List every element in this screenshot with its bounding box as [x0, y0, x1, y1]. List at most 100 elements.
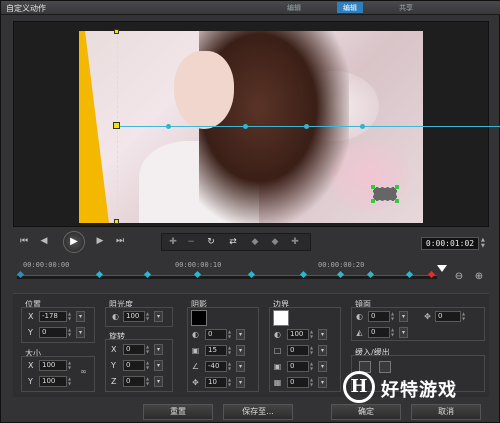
- resize-handle[interactable]: [371, 199, 375, 203]
- shadow-field-4[interactable]: 10: [205, 377, 227, 388]
- spinner[interactable]: ▲ ▼: [146, 360, 152, 371]
- size-y-label: Y: [28, 377, 33, 386]
- spinner[interactable]: ▲ ▼: [310, 361, 316, 372]
- spinner[interactable]: ▲ ▼: [68, 360, 74, 371]
- dropdown-button[interactable]: ▾: [399, 327, 408, 338]
- spinner[interactable]: ▲ ▼: [68, 311, 74, 322]
- dropdown-button[interactable]: ▾: [76, 311, 85, 322]
- dropdown-button[interactable]: ▾: [236, 361, 245, 372]
- dropdown-button[interactable]: ▾: [76, 327, 85, 338]
- dropdown-button[interactable]: ▾: [236, 377, 245, 388]
- position-x-field[interactable]: -178: [39, 311, 67, 322]
- border-color-swatch[interactable]: [273, 310, 289, 326]
- dropdown-button[interactable]: ▾: [318, 345, 327, 356]
- border-field-4[interactable]: 0: [287, 377, 309, 388]
- shadow-field-2[interactable]: 15: [205, 345, 227, 356]
- prev-keyframe-icon[interactable]: ◆: [248, 237, 262, 249]
- shadow-color-swatch[interactable]: [191, 310, 207, 326]
- opacity-field[interactable]: 100: [123, 311, 145, 322]
- timeline-ruler[interactable]: 00:00:00:00 00:00:00:10 00:00:00:20: [13, 259, 447, 289]
- tab-share[interactable]: 共享: [393, 2, 419, 13]
- tab-edit-active[interactable]: 编辑: [337, 2, 363, 13]
- swap-icon[interactable]: ⇄: [226, 237, 240, 249]
- spinner[interactable]: ▲ ▼: [146, 344, 152, 355]
- spinner[interactable]: ▲ ▼: [228, 361, 234, 372]
- dropdown-button[interactable]: ▾: [154, 360, 163, 371]
- spinner[interactable]: ▲ ▼: [310, 329, 316, 340]
- go-end-icon[interactable]: ⏭: [113, 235, 127, 247]
- reverse-icon[interactable]: ↻: [204, 237, 218, 249]
- rotation-x-field[interactable]: 0: [123, 344, 145, 355]
- dropdown-button[interactable]: ▾: [399, 311, 408, 322]
- reset-button[interactable]: 重置: [143, 404, 213, 420]
- dropdown-button[interactable]: ▾: [236, 329, 245, 340]
- dropdown-button[interactable]: ▾: [154, 344, 163, 355]
- dropdown-button[interactable]: ▾: [318, 329, 327, 340]
- shadow-field-3[interactable]: -40: [205, 361, 227, 372]
- path-node[interactable]: [166, 124, 171, 129]
- cancel-button[interactable]: 取消: [411, 404, 481, 420]
- remove-keyframe-icon[interactable]: −: [184, 237, 198, 249]
- resize-handle[interactable]: [395, 185, 399, 189]
- timeline-track[interactable]: [17, 275, 437, 279]
- mirror-field-3[interactable]: 0: [435, 311, 461, 322]
- tab-edit[interactable]: 编辑: [281, 2, 307, 13]
- mirror-field-2[interactable]: 0: [368, 327, 390, 338]
- spinner[interactable]: ▲ ▼: [146, 376, 152, 387]
- title-bar: 自定义动作 编辑 编辑 共享: [1, 1, 500, 15]
- spinner[interactable]: ▲ ▼: [146, 311, 152, 322]
- mirror-field-1[interactable]: 0: [368, 311, 390, 322]
- path-node[interactable]: [304, 124, 309, 129]
- play-button[interactable]: ▶: [63, 231, 85, 253]
- top-handle[interactable]: [114, 29, 119, 34]
- position-y-field[interactable]: 0: [39, 327, 67, 338]
- rotation-z-field[interactable]: 0: [123, 376, 145, 387]
- size-y-field[interactable]: 100: [39, 376, 67, 387]
- dropdown-button[interactable]: ▾: [318, 377, 327, 388]
- size-x-label: X: [28, 361, 34, 370]
- spinner[interactable]: ▲ ▼: [228, 345, 234, 356]
- copy-keyframe-icon[interactable]: ✚: [288, 237, 302, 249]
- prev-frame-icon[interactable]: ◀: [37, 235, 51, 247]
- resize-handle[interactable]: [395, 199, 399, 203]
- path-node[interactable]: [360, 124, 365, 129]
- spinner[interactable]: ▲ ▼: [310, 377, 316, 388]
- spinner[interactable]: ▲ ▼: [391, 311, 397, 322]
- go-start-icon[interactable]: ⏮: [17, 235, 31, 247]
- timecode-spinner[interactable]: ▲ ▼: [481, 237, 487, 250]
- resize-handle[interactable]: [371, 185, 375, 189]
- zoom-in-icon[interactable]: ⊕: [473, 271, 485, 283]
- next-keyframe-icon[interactable]: ◆: [268, 237, 282, 249]
- path-node[interactable]: [243, 124, 248, 129]
- spinner[interactable]: ▲ ▼: [68, 327, 74, 338]
- spinner[interactable]: ▲ ▼: [228, 377, 234, 388]
- link-icon[interactable]: ∞: [79, 367, 88, 376]
- spinner[interactable]: ▲ ▼: [68, 376, 74, 387]
- save-to-button[interactable]: 保存至...: [223, 404, 293, 420]
- spinner[interactable]: ▲ ▼: [391, 327, 397, 338]
- border-field-3[interactable]: 0: [287, 361, 309, 372]
- size-x-field[interactable]: 100: [39, 360, 67, 371]
- preview-image[interactable]: [79, 31, 423, 223]
- spinner[interactable]: ▲ ▼: [310, 345, 316, 356]
- add-keyframe-icon[interactable]: ✚: [166, 237, 180, 249]
- bottom-handle[interactable]: [114, 219, 119, 224]
- dropdown-button[interactable]: ▾: [154, 376, 163, 387]
- anchor-handle[interactable]: [113, 122, 120, 129]
- ok-button[interactable]: 确定: [331, 404, 401, 420]
- dropdown-button[interactable]: ▾: [236, 345, 245, 356]
- rotation-y-field[interactable]: 0: [123, 360, 145, 371]
- watermark-text: 好特游戏: [381, 380, 457, 401]
- end-frame-box[interactable]: [373, 187, 397, 201]
- spinner[interactable]: ▲ ▼: [228, 329, 234, 340]
- shadow-field-1[interactable]: 0: [205, 329, 227, 340]
- dropdown-button[interactable]: ▾: [154, 311, 163, 322]
- playhead[interactable]: [437, 265, 447, 272]
- dropdown-button[interactable]: ▾: [318, 361, 327, 372]
- next-frame-icon[interactable]: ▶: [93, 235, 107, 247]
- zoom-out-icon[interactable]: ⊖: [453, 271, 465, 283]
- spinner[interactable]: ▲ ▼: [462, 311, 468, 322]
- border-field-1[interactable]: 100: [287, 329, 309, 340]
- border-field-2[interactable]: 0: [287, 345, 309, 356]
- timecode-field[interactable]: 0:00:01:02: [421, 237, 479, 250]
